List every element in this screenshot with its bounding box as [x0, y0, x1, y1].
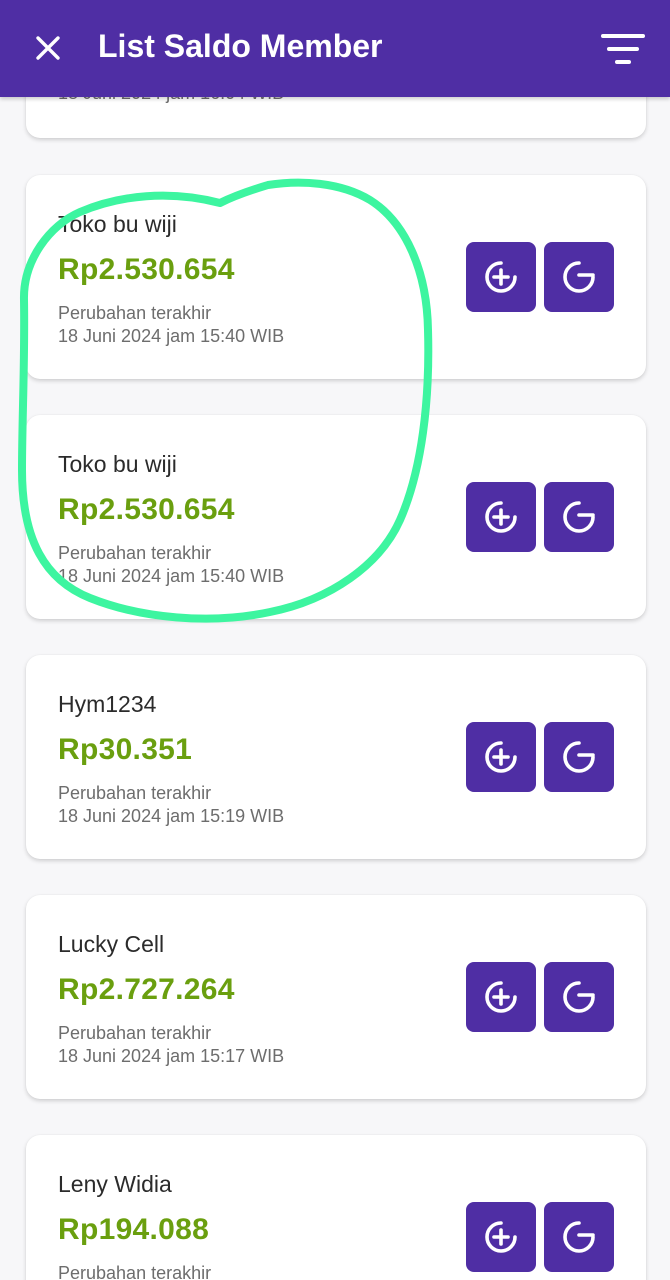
- reset-balance-icon: [563, 261, 595, 293]
- member-last-changed: Perubahan terakhir 18 Juni 2024 jam 15:4…: [58, 302, 284, 348]
- last-changed-date: 18 Juni 2024 jam 15:40 WIB: [58, 566, 285, 586]
- add-balance-icon: [485, 261, 517, 293]
- reset-balance-icon: [563, 741, 595, 773]
- last-changed-date: 18 Juni 2024 jam 15:19 WIB: [58, 806, 285, 826]
- last-changed-label: Perubahan terakhir: [58, 1023, 212, 1043]
- member-last-changed: Perubahan terakhir: [58, 1262, 211, 1280]
- member-balance: Rp2.727.264: [58, 973, 235, 1006]
- last-changed-date: 18 Juni 2024 jam 15:40 WIB: [58, 326, 285, 346]
- member-last-changed: Perubahan terakhir 18 Juni 2024 jam 15:1…: [58, 782, 284, 828]
- member-last-changed: Perubahan terakhir 18 Juni 2024 jam 15:4…: [58, 542, 284, 588]
- reset-balance-button[interactable]: [544, 242, 614, 312]
- member-name: Toko bu wiji: [58, 451, 177, 477]
- member-card[interactable]: Toko bu wiji Rp2.530.654 Perubahan terak…: [26, 415, 646, 619]
- member-card[interactable]: Toko bu wiji Rp2.530.654 Perubahan terak…: [26, 175, 646, 379]
- reset-balance-icon: [563, 1221, 595, 1253]
- member-card[interactable]: Leny Widia Rp194.088 Perubahan terakhir: [26, 1135, 646, 1280]
- add-balance-button[interactable]: [466, 962, 536, 1032]
- add-balance-icon: [485, 1221, 517, 1253]
- add-balance-icon: [485, 741, 517, 773]
- close-icon: [36, 36, 60, 60]
- last-changed-label: Perubahan terakhir: [58, 1263, 212, 1280]
- reset-balance-button[interactable]: [544, 1202, 614, 1272]
- reset-balance-button[interactable]: [544, 722, 614, 792]
- last-changed-date: 18 Juni 2024 jam 15:17 WIB: [58, 1046, 285, 1066]
- filter-button[interactable]: [596, 27, 650, 71]
- page-title: List Saldo Member: [98, 28, 383, 64]
- reset-balance-icon: [563, 501, 595, 533]
- member-balance: Rp194.088: [58, 1213, 210, 1246]
- app-bar: List Saldo Member: [0, 0, 670, 97]
- member-card[interactable]: Hym1234 Rp30.351 Perubahan terakhir 18 J…: [26, 655, 646, 859]
- last-changed-label: Perubahan terakhir: [58, 303, 212, 323]
- member-name: Leny Widia: [58, 1171, 172, 1197]
- add-balance-button[interactable]: [466, 482, 536, 552]
- member-balance: Rp2.530.654: [58, 253, 235, 286]
- last-changed-label: Perubahan terakhir: [58, 783, 212, 803]
- member-name: Hym1234: [58, 691, 157, 717]
- add-balance-button[interactable]: [466, 722, 536, 792]
- add-balance-icon: [485, 981, 517, 1013]
- member-balance: Rp30.351: [58, 733, 193, 766]
- member-list[interactable]: 18 Juni 2024 jam 16:04 WIB Toko bu wiji …: [0, 0, 670, 1280]
- add-balance-button[interactable]: [466, 1202, 536, 1272]
- reset-balance-button[interactable]: [544, 962, 614, 1032]
- member-name: Lucky Cell: [58, 931, 165, 957]
- member-name: Toko bu wiji: [58, 211, 177, 237]
- member-card[interactable]: Lucky Cell Rp2.727.264 Perubahan terakhi…: [26, 895, 646, 1099]
- member-last-changed: Perubahan terakhir 18 Juni 2024 jam 15:1…: [58, 1022, 284, 1068]
- add-balance-icon: [485, 501, 517, 533]
- add-balance-button[interactable]: [466, 242, 536, 312]
- last-changed-label: Perubahan terakhir: [58, 543, 212, 563]
- member-balance: Rp2.530.654: [58, 493, 235, 526]
- reset-balance-icon: [563, 981, 595, 1013]
- reset-balance-button[interactable]: [544, 482, 614, 552]
- close-button[interactable]: [26, 26, 70, 70]
- filter-icon: [601, 34, 645, 64]
